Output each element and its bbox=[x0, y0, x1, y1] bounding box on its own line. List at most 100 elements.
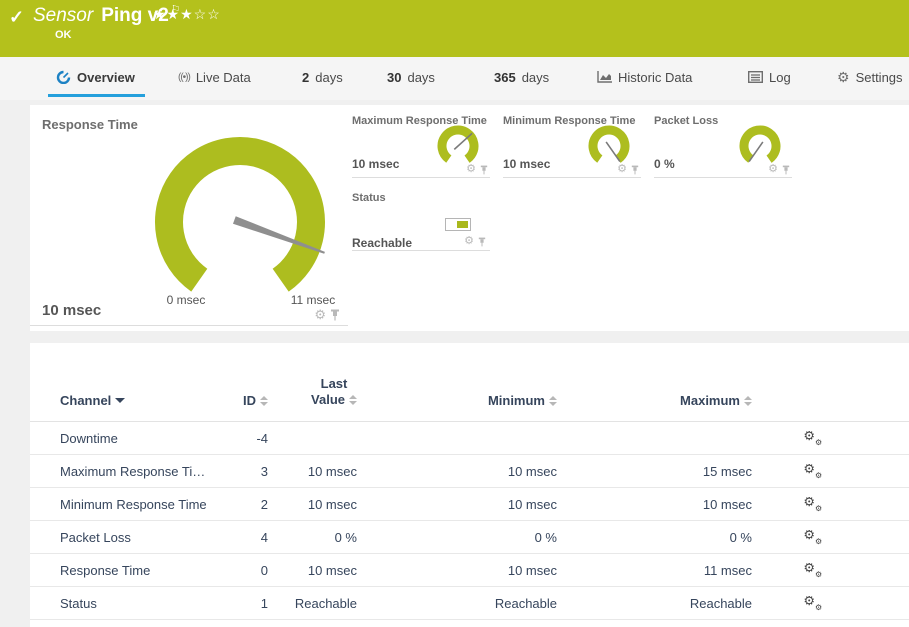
tab-365-days-label: days bbox=[522, 70, 549, 85]
table-row-downtime: Downtime -4 ⚙⚙ bbox=[30, 422, 909, 455]
column-header-id[interactable]: ID bbox=[243, 393, 268, 408]
table-row-maximum-response-time: Maximum Response Ti… 3 10 msec 10 msec 1… bbox=[30, 455, 909, 488]
channel-maximum: 15 msec bbox=[557, 464, 752, 479]
channel-name: Minimum Response Time bbox=[60, 497, 238, 512]
tab-log-label: Log bbox=[769, 70, 791, 85]
gauges-panel: Response Time 0 msec 11 msec 10 msec ⚙ M… bbox=[30, 105, 909, 331]
channel-table: Channel ID LastValue Minimum Maximum Dow… bbox=[30, 343, 909, 627]
gauge-settings-gear-icon[interactable]: ⚙ bbox=[617, 164, 627, 175]
tab-overview[interactable]: Overview bbox=[56, 57, 135, 97]
channel-id: 1 bbox=[238, 596, 268, 611]
channel-minimum: Reachable bbox=[357, 596, 557, 611]
channel-maximum: 0 % bbox=[557, 530, 752, 545]
log-list-icon bbox=[748, 71, 763, 83]
column-header-last-label: Last bbox=[321, 376, 348, 391]
tab-settings[interactable]: ⚙ Settings bbox=[837, 57, 903, 97]
sort-descending-icon bbox=[115, 398, 125, 403]
status-channel-panel: Status Reachable ⚙ bbox=[352, 190, 490, 251]
sort-icon bbox=[744, 396, 752, 406]
gauge-pin-icon[interactable] bbox=[478, 237, 486, 247]
table-row-response-time: Response Time 0 10 msec 10 msec 11 msec … bbox=[30, 554, 909, 587]
channel-maximum: 11 msec bbox=[557, 563, 752, 578]
table-row-status: Status 1 Reachable Reachable Reachable ⚙… bbox=[30, 587, 909, 620]
table-row-packet-loss: Packet Loss 4 0 % 0 % 0 % ⚙⚙ bbox=[30, 521, 909, 554]
tab-365-days-number: 365 bbox=[494, 70, 516, 85]
status-value: Reachable bbox=[352, 236, 412, 250]
tab-365-days[interactable]: 365 days bbox=[494, 57, 549, 97]
channel-name: Packet Loss bbox=[60, 530, 238, 545]
tab-historic-data[interactable]: Historic Data bbox=[597, 57, 692, 97]
packet-loss-title: Packet Loss bbox=[654, 115, 718, 127]
channel-id: -4 bbox=[238, 431, 268, 446]
channel-id: 0 bbox=[238, 563, 268, 578]
tab-2-days[interactable]: 2 days bbox=[302, 57, 343, 97]
tab-log[interactable]: Log bbox=[748, 57, 791, 97]
channel-minimum: 10 msec bbox=[357, 497, 557, 512]
packet-loss-value: 0 % bbox=[654, 157, 675, 171]
channel-maximum: Reachable bbox=[557, 596, 752, 611]
stars-empty[interactable]: ☆☆ bbox=[194, 6, 221, 22]
sort-icon bbox=[260, 396, 268, 406]
response-time-value: 10 msec bbox=[42, 302, 101, 319]
gauge-settings-gear-icon[interactable]: ⚙ bbox=[466, 164, 476, 175]
channel-name: Status bbox=[60, 596, 238, 611]
tab-2-days-number: 2 bbox=[302, 70, 309, 85]
tab-live-data[interactable]: ((•)) Live Data bbox=[178, 57, 251, 97]
channel-last-value: 10 msec bbox=[268, 464, 357, 479]
sensor-type-label: Sensor bbox=[33, 5, 93, 26]
table-row-minimum-response-time: Minimum Response Time 2 10 msec 10 msec … bbox=[30, 488, 909, 521]
column-header-channel[interactable]: Channel bbox=[60, 393, 125, 408]
status-title: Status bbox=[352, 192, 386, 204]
gauge-icon bbox=[56, 70, 71, 84]
channel-last-value: Reachable bbox=[268, 596, 357, 611]
channel-id: 3 bbox=[238, 464, 268, 479]
stars-filled[interactable]: ★★★ bbox=[153, 6, 194, 22]
tab-historic-data-label: Historic Data bbox=[618, 70, 692, 85]
gauge-settings-gear-icon[interactable]: ⚙ bbox=[768, 164, 778, 175]
gauge-settings-gear-icon[interactable]: ⚙ bbox=[464, 236, 474, 247]
response-time-gauge-panel: Response Time 0 msec 11 msec 10 msec ⚙ bbox=[30, 105, 348, 326]
tab-live-data-label: Live Data bbox=[196, 70, 251, 85]
sort-icon bbox=[349, 395, 357, 405]
historic-chart-icon bbox=[597, 71, 612, 83]
gauge-pin-icon[interactable] bbox=[480, 165, 488, 175]
column-header-id-label: ID bbox=[243, 393, 256, 408]
tab-settings-label: Settings bbox=[856, 70, 903, 85]
tab-30-days-number: 30 bbox=[387, 70, 401, 85]
channel-last-value: 10 msec bbox=[268, 563, 357, 578]
tab-30-days[interactable]: 30 days bbox=[387, 57, 435, 97]
gear-icon: ⚙ bbox=[837, 69, 850, 86]
priority-stars[interactable]: ★★★☆☆ bbox=[153, 6, 221, 23]
column-header-last-value[interactable]: LastValue bbox=[311, 376, 357, 408]
response-time-gauge-title: Response Time bbox=[42, 117, 138, 132]
live-data-icon: ((•)) bbox=[178, 72, 190, 83]
sort-icon bbox=[549, 396, 557, 406]
channel-minimum: 10 msec bbox=[357, 464, 557, 479]
channel-table-header: Channel ID LastValue Minimum Maximum bbox=[30, 343, 909, 422]
column-header-maximum[interactable]: Maximum bbox=[680, 393, 752, 408]
maximum-response-time-gauge-panel: Maximum Response Time 10 msec ⚙ bbox=[352, 105, 490, 178]
channel-minimum: 0 % bbox=[357, 530, 557, 545]
minimum-response-time-gauge-panel: Minimum Response Time 10 msec ⚙ bbox=[503, 105, 641, 178]
status-toggle-indicator bbox=[445, 218, 471, 231]
channel-name: Response Time bbox=[60, 563, 238, 578]
column-header-channel-label: Channel bbox=[60, 393, 111, 408]
minimum-response-time-value: 10 msec bbox=[503, 157, 550, 171]
column-header-minimum-label: Minimum bbox=[488, 393, 545, 408]
gauge-pin-icon[interactable] bbox=[330, 309, 340, 321]
packet-loss-gauge-panel: Packet Loss 0 % ⚙ bbox=[654, 105, 792, 178]
column-header-minimum[interactable]: Minimum bbox=[488, 393, 557, 408]
gauge-settings-gear-icon[interactable]: ⚙ bbox=[314, 308, 326, 321]
column-header-value-label: Value bbox=[311, 392, 345, 408]
tab-2-days-label: days bbox=[315, 70, 342, 85]
channel-name: Downtime bbox=[60, 431, 238, 446]
sensor-header: ✓ SensorPing v2⚐ ★★★☆☆ OK bbox=[0, 0, 909, 57]
response-time-gauge bbox=[30, 105, 348, 315]
status-toggle-knob bbox=[457, 221, 468, 228]
gauge-pin-icon[interactable] bbox=[782, 165, 790, 175]
channel-last-value: 0 % bbox=[268, 530, 357, 545]
channel-last-value: 10 msec bbox=[268, 497, 357, 512]
gauge-pin-icon[interactable] bbox=[631, 165, 639, 175]
tab-30-days-label: days bbox=[407, 70, 434, 85]
status-ok-check-icon: ✓ bbox=[9, 7, 24, 28]
